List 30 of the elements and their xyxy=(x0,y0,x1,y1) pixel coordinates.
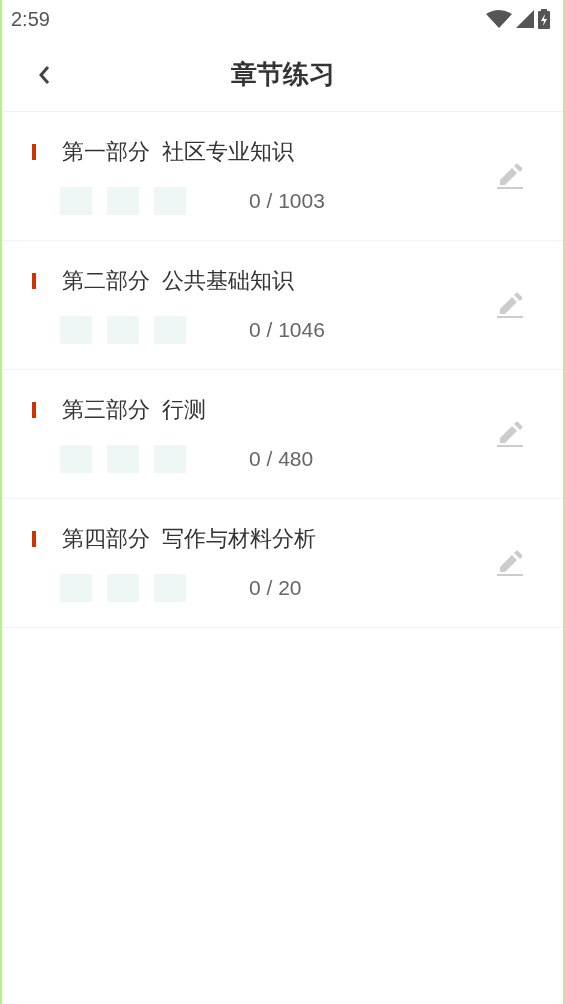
accent-bar xyxy=(32,401,36,418)
progress-count: 0 / 1046 xyxy=(249,317,325,344)
chapter-name: 社区专业知识 xyxy=(162,138,294,167)
pencil-icon xyxy=(497,163,523,189)
chapter-part: 第一部分 xyxy=(62,138,150,167)
chapter-name: 公共基础知识 xyxy=(162,267,294,296)
progress-count: 0 / 480 xyxy=(249,446,314,473)
pencil-icon xyxy=(497,421,523,447)
accent-bar xyxy=(32,143,36,160)
chapter-name: 行测 xyxy=(162,396,206,425)
chapter-part: 第三部分 xyxy=(62,396,150,425)
accent-bar xyxy=(32,530,36,547)
wifi-icon xyxy=(486,10,512,28)
practice-button[interactable] xyxy=(495,290,525,320)
practice-button[interactable] xyxy=(495,548,525,578)
practice-button[interactable] xyxy=(495,161,525,191)
signal-icon xyxy=(516,10,534,28)
chapter-part: 第二部分 xyxy=(62,267,150,296)
practice-button[interactable] xyxy=(495,419,525,449)
back-icon xyxy=(37,64,51,86)
accent-bar xyxy=(32,272,36,289)
progress-count: 0 / 20 xyxy=(249,575,302,602)
pencil-icon xyxy=(497,550,523,576)
progress-count: 0 / 1003 xyxy=(249,188,325,215)
pencil-icon xyxy=(497,292,523,318)
chapter-part: 第四部分 xyxy=(62,525,150,554)
chapter-name: 写作与材料分析 xyxy=(162,525,316,554)
status-time: 2:59 xyxy=(11,7,50,32)
page-title: 章节练习 xyxy=(230,58,335,91)
battery-icon xyxy=(538,9,550,29)
